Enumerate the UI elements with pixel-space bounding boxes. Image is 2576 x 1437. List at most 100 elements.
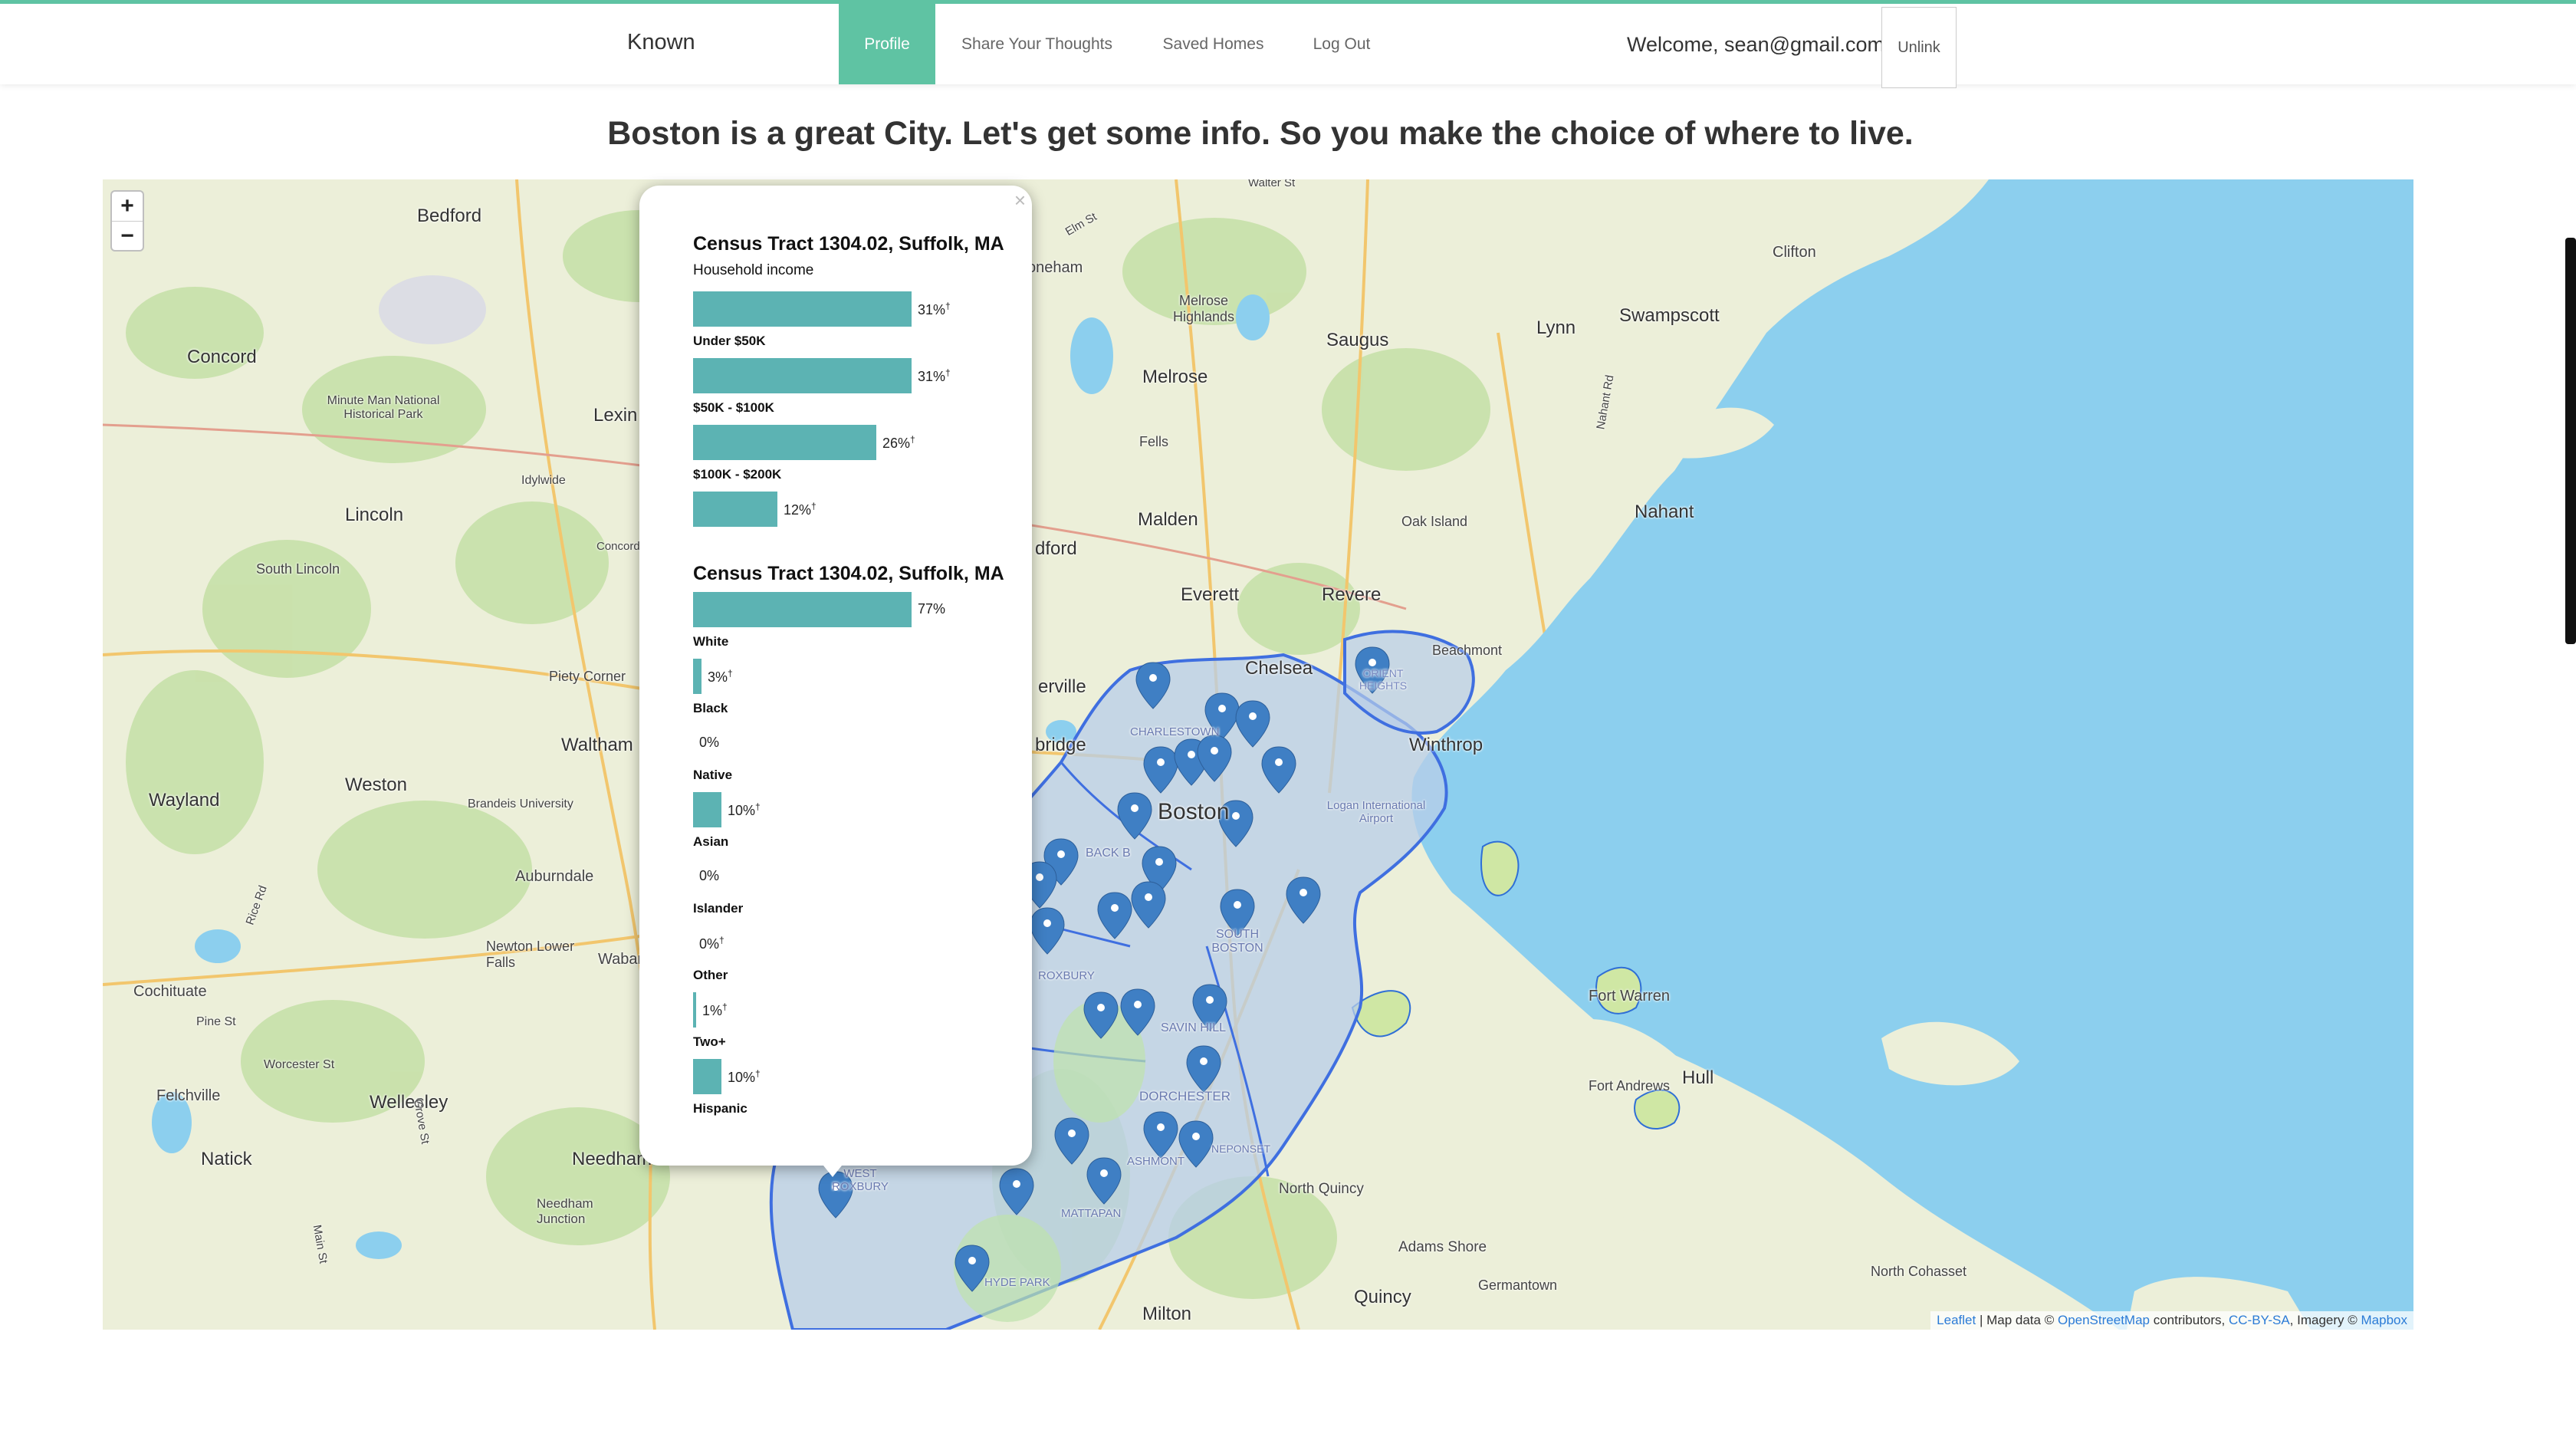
income-bar-label: $50K - $100K — [693, 400, 774, 415]
place-label: Wellesley — [370, 1092, 449, 1113]
nav-log-out[interactable]: Log Out — [1288, 4, 1395, 84]
place-label: Quincy — [1354, 1287, 1411, 1307]
page-scrollbar[interactable] — [2565, 238, 2576, 644]
place-label: Beachmont — [1432, 643, 1503, 658]
income-bar-row: 26%† $100K - $200K — [693, 425, 1015, 486]
income-bar — [693, 492, 777, 527]
place-label: Winthrop — [1409, 735, 1484, 755]
leaflet-link[interactable]: Leaflet — [1937, 1313, 1976, 1327]
zoom-in-button[interactable]: + — [112, 192, 143, 221]
zoom-out-button[interactable]: − — [112, 221, 143, 250]
income-bar-value: 26%† — [882, 434, 915, 451]
place-label: Malden — [1138, 509, 1198, 530]
place-label: Auburndale — [515, 868, 594, 885]
race-bar-label: Islander — [693, 901, 744, 916]
nav-saved-homes[interactable]: Saved Homes — [1138, 4, 1288, 84]
nav-share-your-thoughts[interactable]: Share Your Thoughts — [935, 4, 1138, 84]
race-bar-label: Native — [693, 768, 733, 782]
place-label: South Lincoln — [256, 561, 340, 577]
map-tiles — [103, 179, 2413, 1330]
race-bar-row: 10%† Asian — [693, 792, 1015, 853]
place-label: SOUTH BOSTON — [1211, 928, 1263, 955]
income-bar-row: 31%† $50K - $100K — [693, 358, 1015, 419]
mapbox-link[interactable]: Mapbox — [2361, 1313, 2407, 1327]
race-bar-label: Asian — [693, 834, 729, 849]
place-label: HYDE PARK — [984, 1276, 1050, 1289]
race-bar-value: 1%† — [702, 1001, 728, 1018]
income-bar-row: 12%† — [693, 492, 1015, 553]
race-bar-value: 10%† — [728, 801, 761, 818]
place-label: Natick — [201, 1149, 252, 1169]
place-label: Oak Island — [1401, 514, 1468, 529]
place-label: Felchville — [156, 1087, 221, 1104]
race-bar-row: 0% Islander — [693, 859, 1015, 920]
income-bar-row: 31%† Under $50K — [693, 291, 1015, 353]
unlink-button[interactable]: Unlink — [1881, 7, 1957, 88]
race-bar-value: 3%† — [708, 668, 733, 685]
place-label: CHARLESTOWN — [1130, 725, 1220, 738]
income-bar — [693, 291, 912, 327]
race-bar-value: 10%† — [728, 1068, 761, 1085]
race-bar — [693, 659, 702, 694]
place-label: North Quincy — [1279, 1181, 1364, 1197]
place-label: Wabar — [598, 951, 643, 968]
attribution-text: | Map data © — [1979, 1313, 2055, 1327]
place-label: DORCHESTER — [1139, 1089, 1231, 1103]
place-label: Fort Warren — [1589, 988, 1670, 1005]
race-bar-row: 10%† Hispanic — [693, 1059, 1015, 1120]
place-label: Fells — [1139, 434, 1169, 449]
place-label: dford — [1035, 538, 1077, 559]
place-label: Needham Junction — [537, 1196, 593, 1226]
place-label: Melrose Highlands — [1172, 293, 1235, 324]
place-label: Concord — [187, 347, 257, 367]
place-label: NEPONSET — [1211, 1143, 1271, 1155]
race-bar-value: 0%† — [699, 935, 724, 952]
place-label: Wayland — [149, 790, 220, 811]
race-bar-label: White — [693, 634, 729, 649]
place-label: Brandeis University — [468, 797, 573, 811]
place-label: Germantown — [1478, 1278, 1558, 1293]
race-title: Census Tract 1304.02, Suffolk, MA — [693, 563, 1004, 584]
race-bar-label: Hispanic — [693, 1101, 748, 1116]
nav-profile[interactable]: Profile — [839, 4, 935, 84]
place-label: Pine St — [196, 1015, 236, 1028]
race-bar — [693, 592, 912, 627]
place-label: Clifton — [1773, 244, 1816, 261]
race-bar-row: 0%† Other — [693, 926, 1015, 987]
license-link[interactable]: CC-BY-SA — [2229, 1313, 2290, 1327]
place-label: MATTAPAN — [1061, 1207, 1122, 1220]
place-label: BACK B — [1086, 847, 1131, 860]
income-title: Census Tract 1304.02, Suffolk, MA — [693, 233, 1004, 255]
place-label: bridge — [1035, 735, 1086, 755]
map-attribution: Leaflet | Map data © OpenStreetMap contr… — [1930, 1311, 2413, 1330]
place-label: Saugus — [1326, 330, 1389, 350]
income-bar — [693, 425, 876, 460]
income-bar-label: Under $50K — [693, 334, 766, 348]
place-label: Lexin — [593, 405, 638, 426]
place-label: oneham — [1027, 259, 1083, 276]
race-bar — [693, 1059, 721, 1094]
place-label: Revere — [1322, 584, 1382, 605]
place-label: North Cohasset — [1871, 1264, 1967, 1279]
place-label: Melrose — [1142, 367, 1208, 387]
popup-tip — [820, 1162, 845, 1177]
map-container[interactable]: Bedford Concord Lexin Lincoln South Linc… — [103, 179, 2413, 1330]
place-label: Cochituate — [133, 983, 207, 1000]
place-label: Lincoln — [345, 505, 404, 525]
place-label: Hull — [1682, 1067, 1714, 1088]
place-label: Walter St — [1248, 179, 1296, 189]
osm-link[interactable]: OpenStreetMap — [2058, 1313, 2150, 1327]
attribution-text: , Imagery © — [2289, 1313, 2358, 1327]
page-headline: Boston is a great City. Let's get some i… — [607, 115, 1914, 152]
place-label: ROXBURY — [1038, 969, 1095, 982]
place-label: Waltham — [561, 735, 633, 755]
place-label: Idylwide — [521, 474, 566, 487]
brand-logo[interactable]: Known — [627, 30, 695, 55]
place-label: Boston — [1158, 799, 1230, 824]
race-bar-row: 3%† Black — [693, 659, 1015, 720]
zoom-control: + − — [110, 190, 144, 252]
race-bar-value: 0% — [699, 735, 720, 750]
race-bar-value: 77% — [918, 601, 946, 617]
place-label: Worcester St — [264, 1058, 335, 1071]
place-label: SAVIN HILL — [1161, 1021, 1227, 1034]
